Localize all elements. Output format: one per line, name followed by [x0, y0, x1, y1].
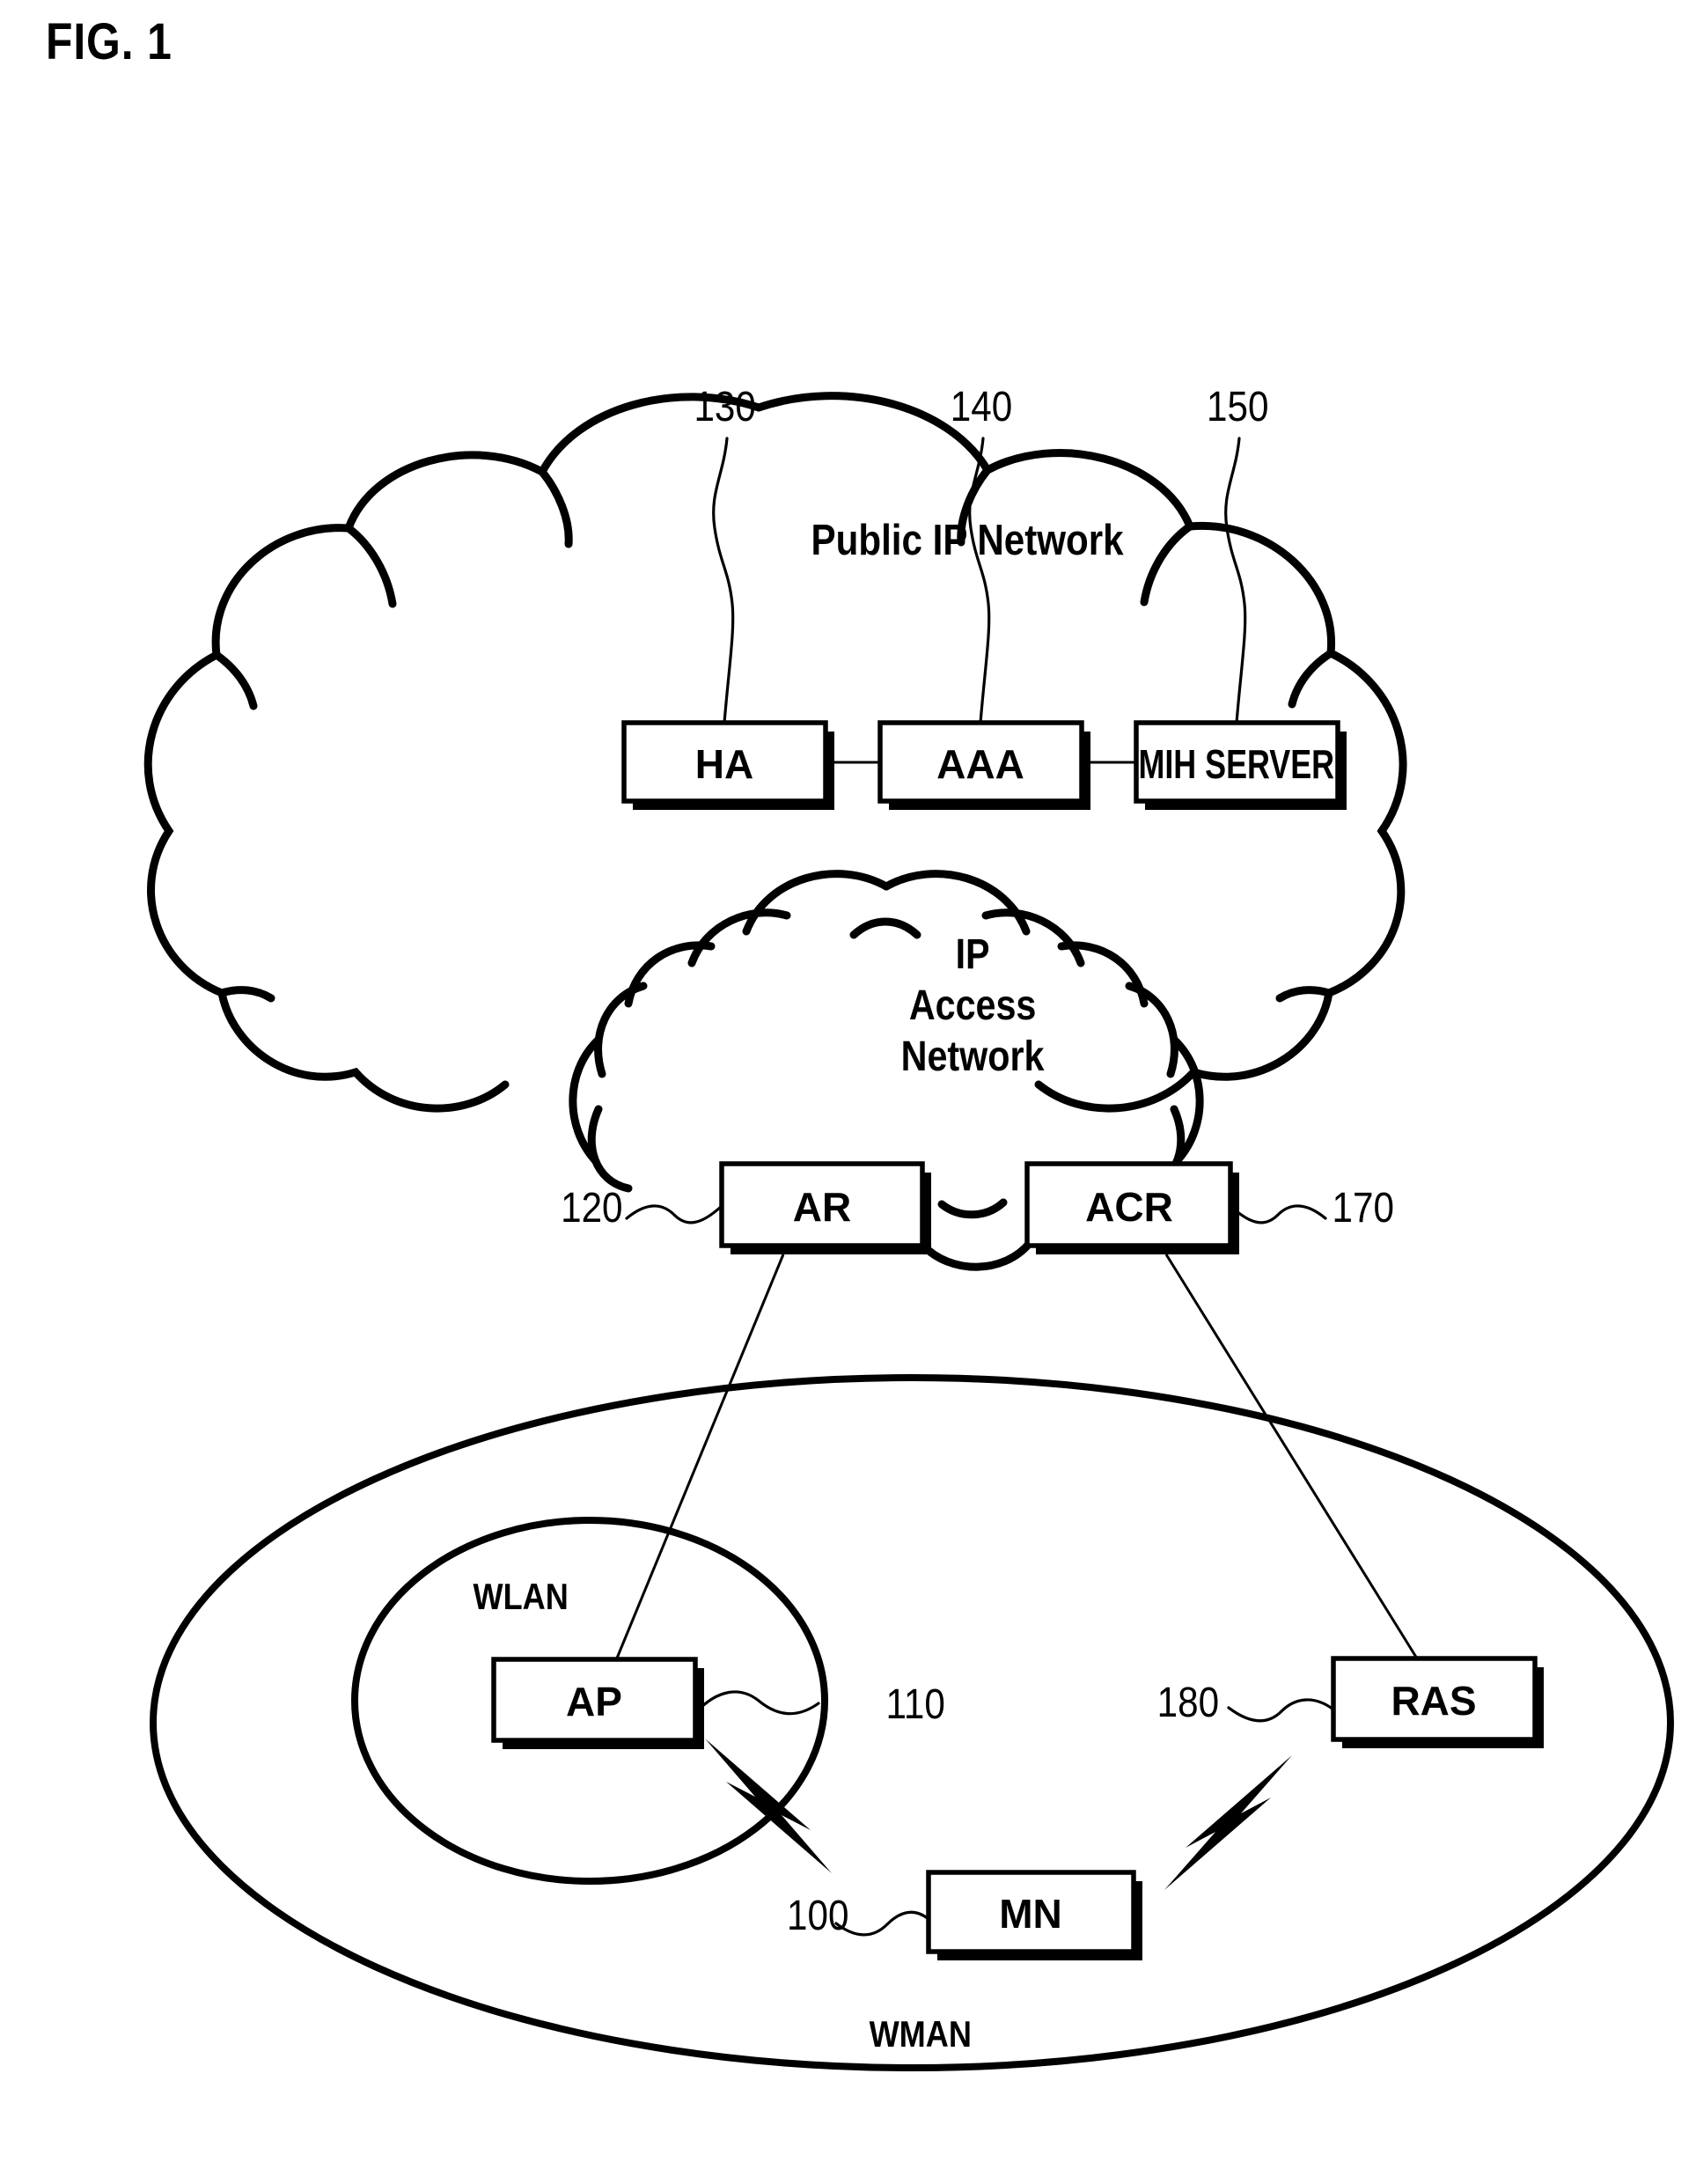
figure-title: FIG. 1	[46, 13, 173, 70]
mih-server-label: MIH SERVER	[1138, 742, 1334, 787]
node-ar[interactable]: AR	[719, 1161, 931, 1254]
node-ras[interactable]: RAS	[1331, 1656, 1544, 1748]
ref-120: 120	[561, 1183, 723, 1232]
ref-170: 170	[1229, 1183, 1394, 1232]
wireless-link-ras-mn	[1164, 1755, 1292, 1890]
wman-label: WMAN	[870, 2015, 972, 2055]
ref-120-leader	[625, 1204, 723, 1224]
ref-150-leader	[1224, 437, 1247, 724]
ref-100: 100	[787, 1891, 930, 1939]
node-mih-server[interactable]: MIH SERVER	[1134, 720, 1347, 810]
ref-170-number: 170	[1333, 1183, 1394, 1231]
cloud-scallop-2	[1140, 522, 1194, 607]
ref-180-number: 180	[1157, 1678, 1219, 1725]
ap-label: AP	[566, 1679, 622, 1724]
ref-110-number: 110	[885, 1680, 944, 1727]
ref-130-leader	[712, 437, 735, 724]
node-mn[interactable]: MN	[926, 1870, 1142, 1960]
aaa-label: AAA	[936, 741, 1024, 787]
cloud-scallop-8	[1275, 986, 1333, 1003]
ipan-arc-2l	[687, 908, 791, 967]
figure-root: FIG. 1 Public IP Network HA 130 AAA 140 …	[0, 0, 1696, 2184]
ref-130-number: 130	[694, 382, 755, 430]
wlan-label: WLAN	[474, 1577, 569, 1618]
ip-access-network-label-line1: IP	[956, 930, 990, 978]
ref-110-leader	[694, 1690, 820, 1716]
ipan-arc-bottom-smile-large	[918, 1239, 1034, 1271]
ipan-arc-2r	[981, 908, 1085, 967]
ipan-arc-bottom-smile-small	[937, 1198, 1008, 1219]
ar-label: AR	[793, 1184, 851, 1230]
ref-180-leader	[1227, 1698, 1335, 1723]
ipan-arc-top-right	[882, 870, 1031, 936]
lightning-bolt-ras-mn	[1164, 1755, 1292, 1890]
ref-170-leader	[1229, 1204, 1327, 1224]
cloud-scallop-6	[212, 651, 258, 710]
ref-150-number: 150	[1207, 382, 1268, 430]
ip-access-network-label-line2: Access	[909, 982, 1037, 1029]
ras-label: RAS	[1391, 1678, 1476, 1724]
acr-label: ACR	[1085, 1184, 1173, 1230]
cloud-scallop-4	[538, 467, 573, 548]
ip-access-network-label-line3: Network	[901, 1033, 1045, 1080]
cloud-scallop-3	[1288, 649, 1335, 709]
node-aaa[interactable]: AAA	[877, 720, 1090, 810]
cloud-scallop-7	[217, 986, 275, 1003]
network-architecture-diagram: Public IP Network HA 130 AAA 140 MIH SER…	[143, 382, 1674, 2071]
ipan-arc-center-dip	[849, 917, 921, 939]
ref-140-number: 140	[951, 382, 1012, 430]
node-ha[interactable]: HA	[621, 720, 834, 810]
ipan-arc-6l	[587, 1105, 633, 1193]
node-ap[interactable]: AP	[491, 1657, 704, 1749]
ref-130: 130	[694, 382, 756, 724]
ipan-arc-4r	[1125, 982, 1178, 1078]
link-ar-ap	[614, 1254, 785, 1661]
ref-100-leader	[834, 1910, 930, 1937]
ha-label: HA	[695, 741, 753, 787]
ref-120-number: 120	[561, 1183, 622, 1231]
ref-180: 180	[1157, 1678, 1335, 1726]
public-ip-network-label: Public IP Network	[811, 516, 1125, 564]
ipan-arc-4l	[594, 982, 648, 1078]
cloud-scallop-5	[344, 524, 397, 608]
ref-100-number: 100	[787, 1891, 848, 1938]
mn-label: MN	[999, 1891, 1062, 1937]
link-acr-ras	[1164, 1254, 1419, 1659]
ref-150: 150	[1207, 382, 1268, 724]
node-acr[interactable]: ACR	[1024, 1161, 1239, 1254]
